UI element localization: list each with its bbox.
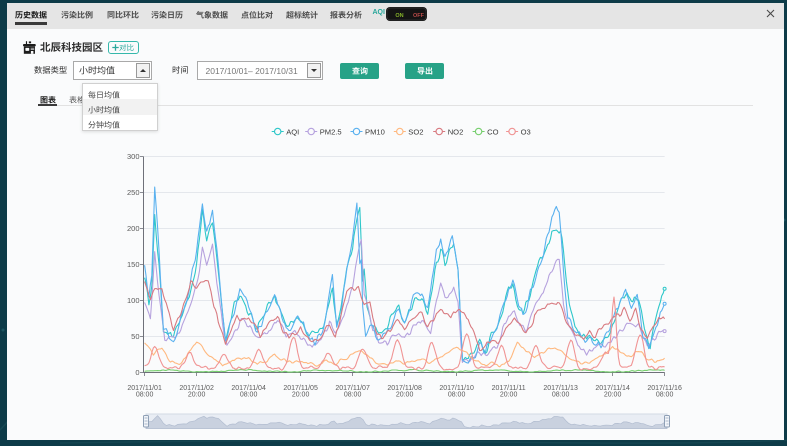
svg-text:ON: ON bbox=[395, 13, 403, 19]
svg-text:OFF: OFF bbox=[413, 13, 425, 19]
